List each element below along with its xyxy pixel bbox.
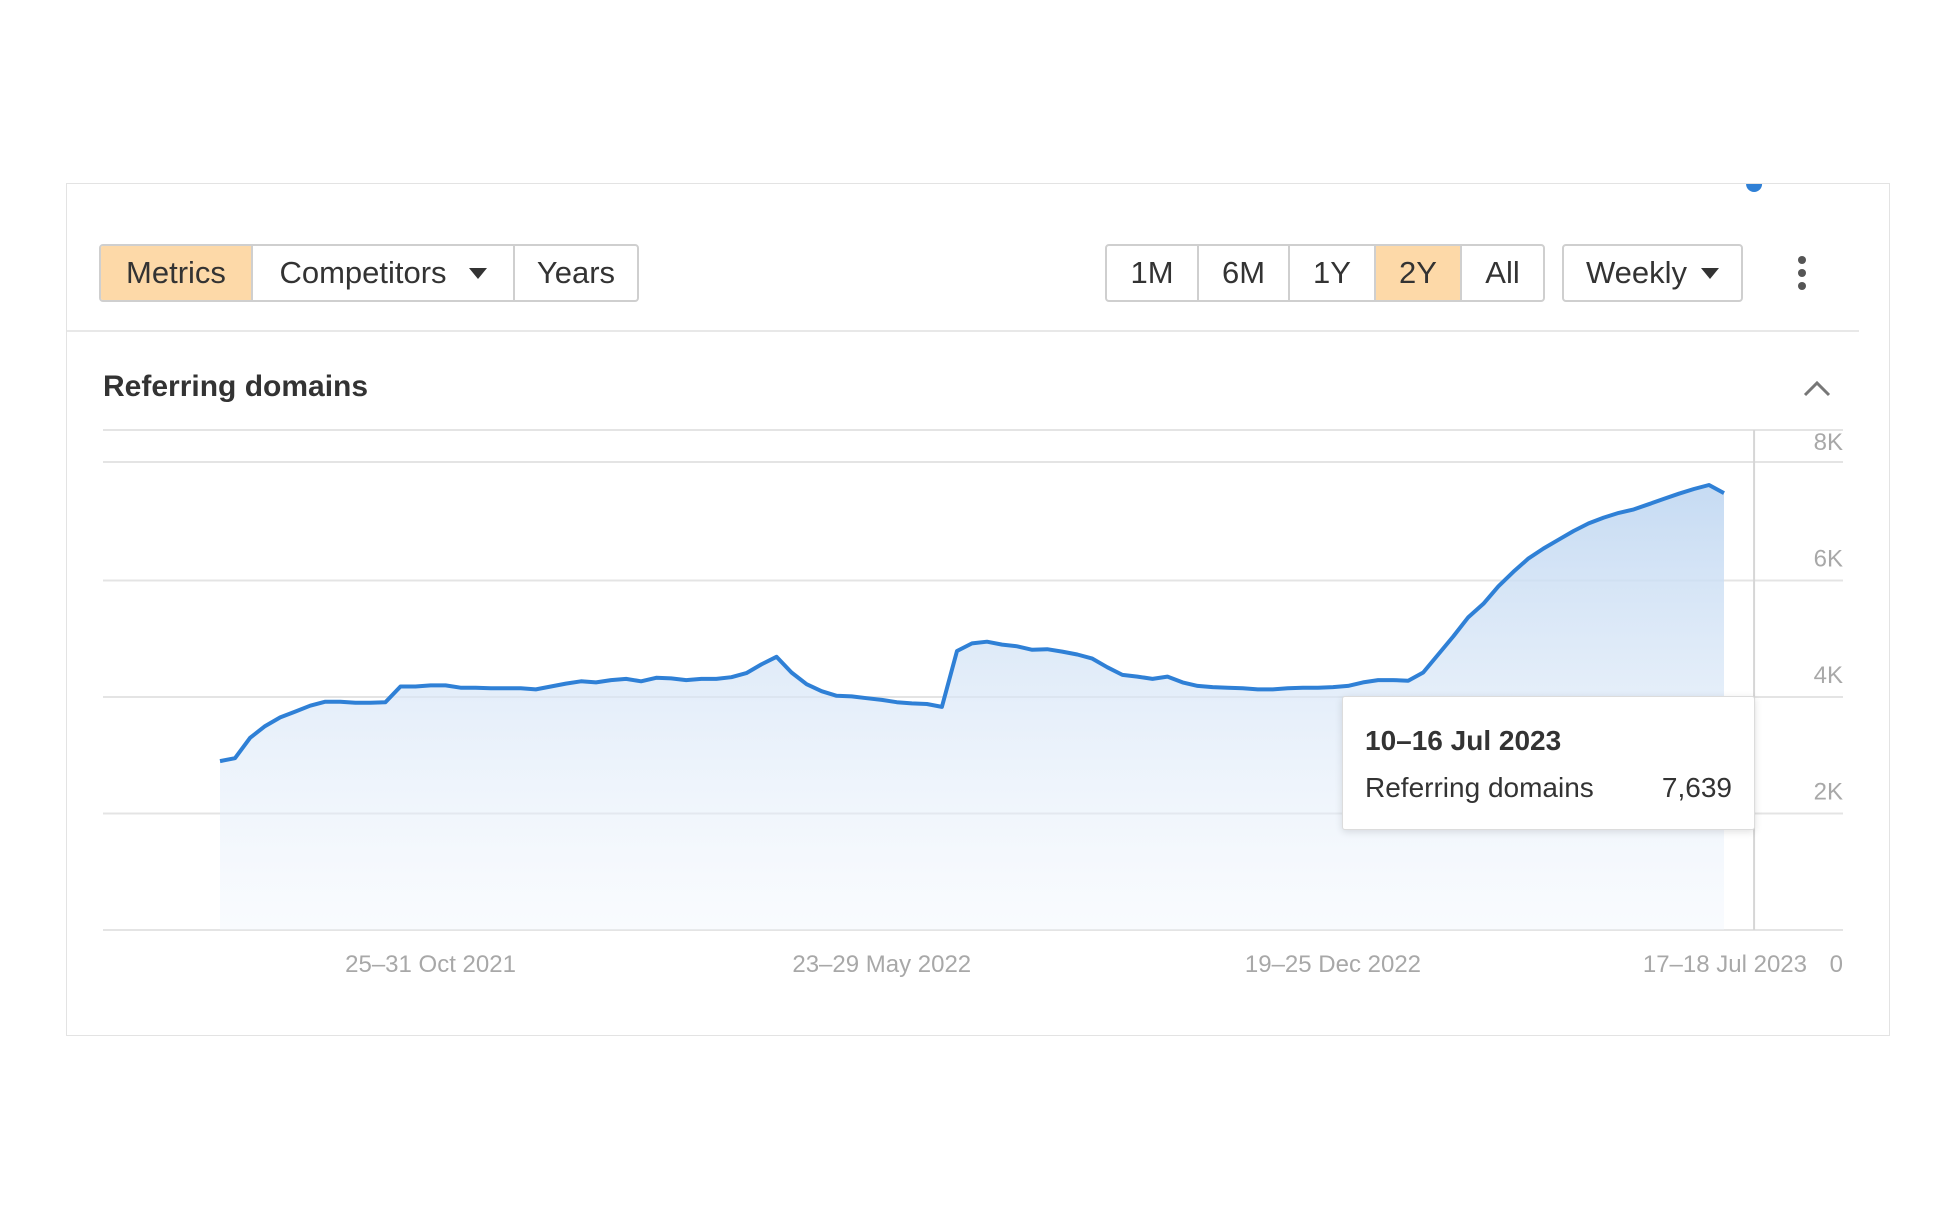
x-tick-label: 23–29 May 2022 — [792, 951, 971, 978]
referring-domains-card: Metrics Competitors Years 1M 6M 1Y 2Y Al… — [66, 183, 1890, 1036]
y-tick-label: 2K — [1814, 779, 1843, 806]
x-tick-label: 17–18 Jul 2023 — [1643, 951, 1807, 978]
tooltip-title: 10–16 Jul 2023 — [1365, 725, 1562, 756]
chart-tooltip: 10–16 Jul 2023 Referring domains 7,639 — [1342, 696, 1755, 830]
y-tick-label: 6K — [1814, 546, 1843, 573]
tooltip-label: Referring domains — [1365, 772, 1594, 803]
referring-domains-chart: 2K 4K 6K 8K 25–31 Oct 2021 23–29 May 2022 19–2… — [103, 184, 1843, 978]
x-tick-label: 25–31 Oct 2021 — [345, 951, 516, 978]
x-tick-label: 19–25 Dec 2022 — [1245, 951, 1421, 978]
y-tick-label: 8K — [1814, 429, 1843, 456]
tooltip-value: 7,639 — [1661, 772, 1732, 803]
y-tick-label: 4K — [1814, 662, 1843, 689]
hover-point — [1746, 184, 1763, 192]
y-zero-label: 0 — [1830, 951, 1843, 978]
